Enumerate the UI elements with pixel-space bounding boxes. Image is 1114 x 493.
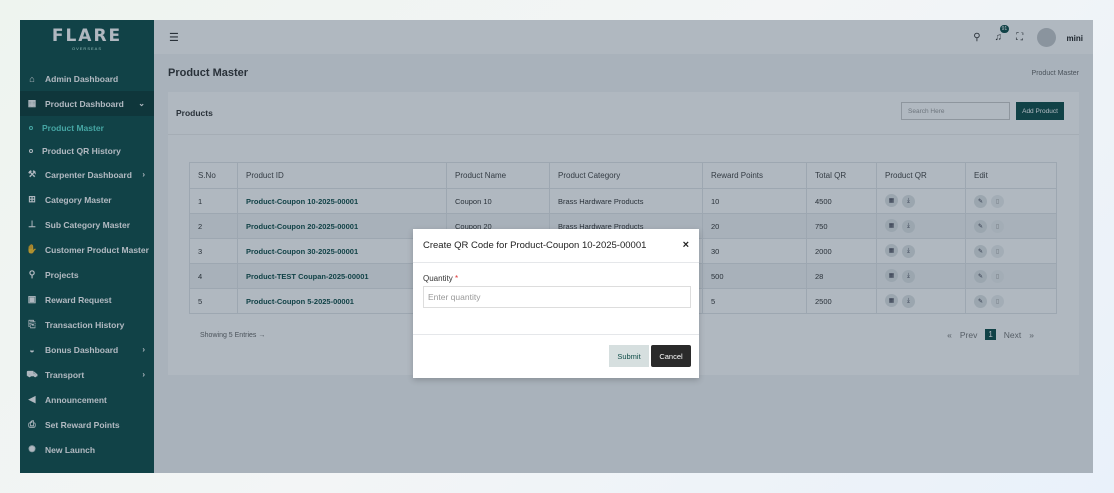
quantity-input[interactable]: Enter quantity xyxy=(423,286,691,308)
submit-button[interactable]: Submit xyxy=(609,345,649,367)
quantity-label: Quantity * xyxy=(423,274,458,283)
create-qr-modal: Create QR Code for Product-Coupon 10-202… xyxy=(413,229,699,378)
close-icon[interactable]: × xyxy=(683,239,689,251)
cancel-button[interactable]: Cancel xyxy=(651,345,691,367)
app-window: FLARE OVERSEAS ⌂ Admin Dashboard ▦ Produ… xyxy=(20,20,1093,473)
modal-header: Create QR Code for Product-Coupon 10-202… xyxy=(413,229,699,263)
required-mark: * xyxy=(455,274,459,283)
quantity-label-text: Quantity xyxy=(423,274,453,283)
modal-title: Create QR Code for Product-Coupon 10-202… xyxy=(423,240,647,251)
modal-footer: Submit Cancel xyxy=(413,334,699,378)
